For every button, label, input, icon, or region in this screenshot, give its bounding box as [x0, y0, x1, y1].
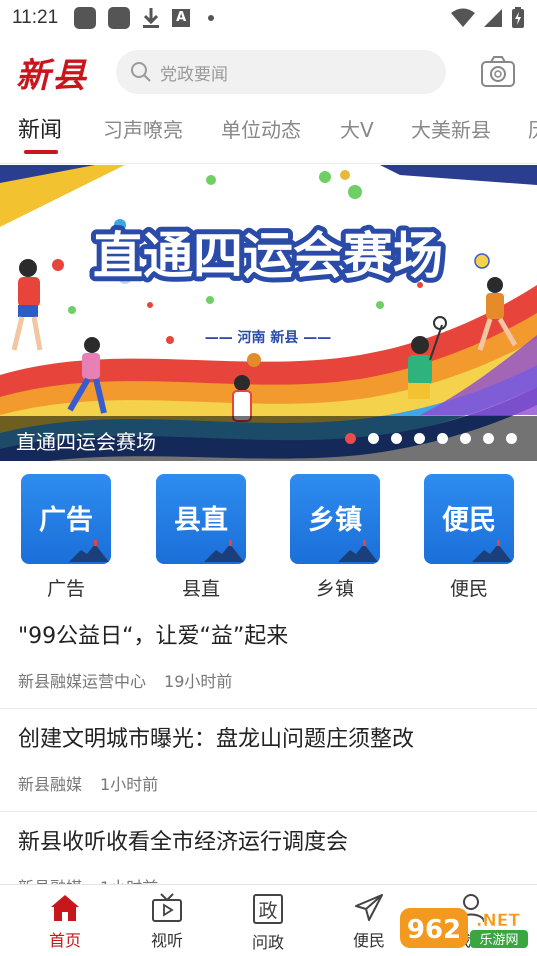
app-logo[interactable]: 新县	[16, 48, 88, 97]
notification-icons: A	[74, 7, 215, 29]
news-title: 新县收听收看全市经济运行调度会	[18, 830, 349, 855]
tab-beautiful-xinxian[interactable]: 大美新县	[411, 114, 491, 143]
quick-link-label: 便民	[449, 578, 488, 600]
nav-inquiry[interactable]: 政 问政	[233, 893, 303, 953]
tab-xisheng[interactable]: 习声嘹亮	[103, 114, 183, 143]
news-time: 19小时前	[164, 672, 233, 691]
banner-caption-bar: 直通四运会赛场	[0, 416, 537, 461]
nav-label: 首页	[48, 931, 81, 950]
a-badge-icon: A	[172, 9, 191, 27]
carousel-dot[interactable]	[414, 433, 425, 444]
banner-caption: 直通四运会赛场	[16, 430, 156, 454]
news-source: 新县融媒运营中心	[18, 672, 147, 691]
search-bar[interactable]: 党政要闻	[116, 50, 446, 94]
tab-unit-news[interactable]: 单位动态	[221, 114, 301, 143]
carousel-dot[interactable]	[437, 433, 448, 444]
battery-icon	[512, 7, 524, 28]
status-bar: 11:21 A	[0, 0, 537, 36]
news-title: 创建文明城市曝光：盘龙山问题庄须整改	[18, 727, 415, 752]
tab-news[interactable]: 新闻	[18, 112, 62, 144]
tab-more[interactable]: 历	[528, 114, 537, 143]
banner-carousel[interactable]: 直通四运会赛场 —— 河南 新县 —— 直通四运会赛场	[0, 165, 537, 461]
athlete-pingpong	[11, 259, 64, 351]
download-icon	[143, 8, 160, 28]
towns-icon-text: 乡镇	[308, 505, 362, 536]
watermark-sub: 乐游网	[479, 933, 518, 948]
carousel-dot[interactable]	[368, 433, 379, 444]
tv-icon	[152, 893, 182, 922]
category-tabs: 新闻 习声嘹亮 单位动态 大V 大美新县 历	[0, 104, 537, 164]
news-meta: 新县融媒运营中心 19小时前	[18, 668, 519, 708]
carousel-dot[interactable]	[391, 433, 402, 444]
quick-link-towns[interactable]: 乡镇 乡镇	[289, 474, 381, 601]
quick-link-label: 广告	[46, 578, 85, 600]
app-notification-icon	[108, 7, 131, 29]
nav-label: 便民	[352, 931, 385, 950]
watermark-suffix: .NET	[476, 911, 520, 931]
search-placeholder: 党政要闻	[160, 64, 228, 85]
zheng-icon: 政	[253, 894, 283, 924]
mountain-decoration-icon	[204, 540, 244, 562]
system-icons	[451, 7, 525, 29]
carousel-dot[interactable]	[460, 433, 471, 444]
camera-icon[interactable]	[480, 54, 516, 90]
watermark-logo: 962 .NET 乐游网	[398, 902, 532, 952]
towns-icon: 乡镇	[290, 474, 380, 564]
nav-video[interactable]: 视听	[132, 893, 202, 951]
quick-link-ads[interactable]: 广告 广告	[20, 474, 112, 601]
quick-link-label: 县直	[181, 578, 220, 600]
signal-icon	[484, 9, 502, 27]
home-icon	[51, 895, 79, 921]
quick-link-services[interactable]: 便民 便民	[423, 474, 515, 601]
news-list: "99公益日“，让爱“益”起来 新县融媒运营中心 19小时前 创建文明城市曝光：盘…	[0, 606, 537, 914]
nav-home[interactable]: 首页	[30, 893, 100, 951]
more-dot-icon	[208, 15, 215, 21]
send-icon	[355, 894, 383, 921]
ads-icon-text: 广告	[39, 505, 93, 536]
mountain-decoration-icon	[69, 540, 109, 562]
app-header: 新县 党政要闻	[0, 44, 537, 100]
county-icon: 县直	[156, 474, 246, 564]
banner-headline: 直通四运会赛场	[93, 227, 443, 285]
carousel-dot[interactable]	[483, 433, 494, 444]
news-source: 新县融媒	[18, 775, 83, 794]
quick-link-label: 乡镇	[315, 578, 354, 600]
svg-text:政: 政	[258, 900, 277, 922]
app-notification-icon	[74, 7, 97, 29]
status-time: 11:21	[12, 7, 59, 28]
tab-big-v[interactable]: 大V	[340, 114, 374, 143]
quick-link-county[interactable]: 县直 县直	[155, 474, 247, 601]
search-icon	[131, 62, 151, 82]
quick-links: 广告 广告 县直 县直 乡镇 乡镇 便民 便民	[0, 474, 537, 604]
carousel-dot[interactable]	[506, 433, 517, 444]
services-icon-text: 便民	[442, 505, 496, 536]
active-tab-indicator	[24, 150, 58, 154]
news-item[interactable]: "99公益日“，让爱“益”起来 新县融媒运营中心 19小时前	[0, 606, 537, 709]
news-item[interactable]: 创建文明城市曝光：盘龙山问题庄须整改 新县融媒 1小时前	[0, 709, 537, 812]
watermark-number: 962	[407, 915, 461, 945]
nav-label: 问政	[251, 933, 284, 952]
nav-services[interactable]: 便民	[334, 893, 404, 951]
news-title: "99公益日“，让爱“益”起来	[18, 624, 289, 649]
mountain-decoration-icon	[338, 540, 378, 562]
nav-label: 视听	[150, 931, 183, 950]
services-icon: 便民	[424, 474, 514, 564]
carousel-dot-active[interactable]	[345, 433, 356, 444]
news-meta: 新县融媒 1小时前	[18, 771, 519, 811]
banner-subline: —— 河南 新县 ——	[205, 329, 332, 346]
county-icon-text: 县直	[174, 505, 228, 536]
wifi-icon	[451, 8, 475, 27]
news-time: 1小时前	[100, 775, 159, 794]
ads-icon: 广告	[21, 474, 111, 564]
mountain-decoration-icon	[472, 540, 512, 562]
carousel-indicator	[345, 433, 517, 444]
